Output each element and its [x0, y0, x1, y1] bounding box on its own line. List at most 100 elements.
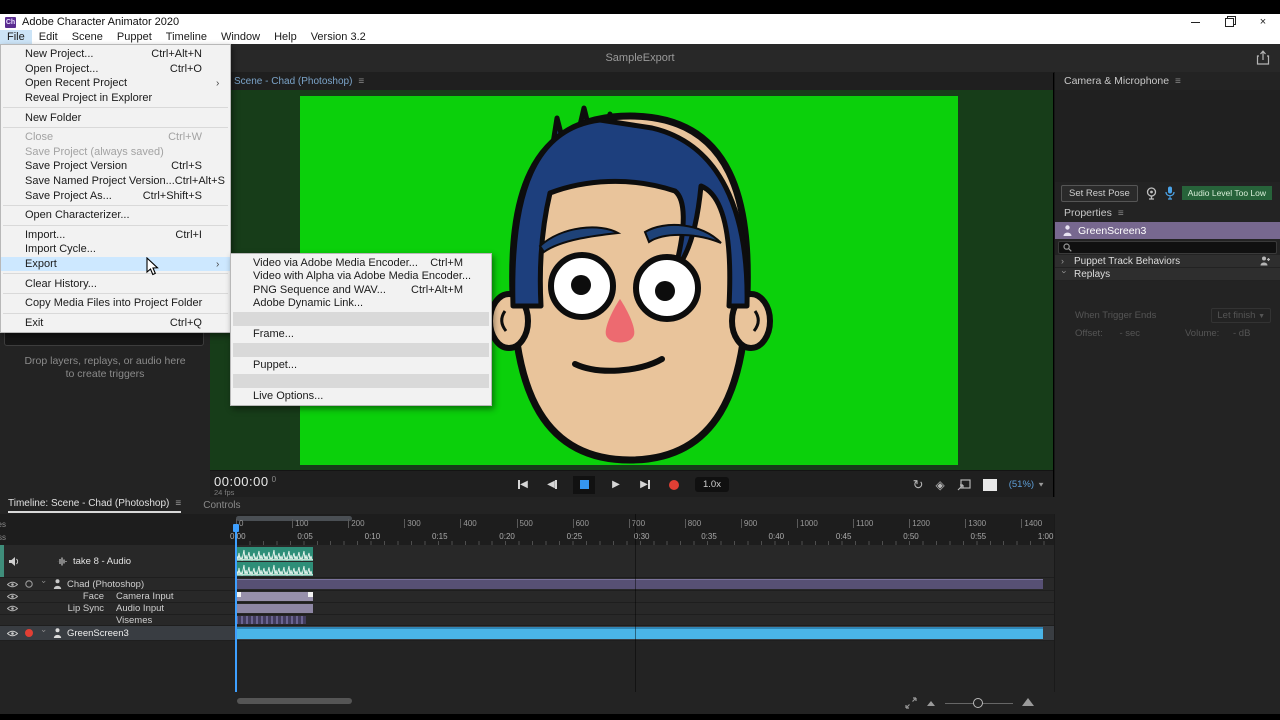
onion-skin-icon[interactable]: ◈ [936, 478, 945, 492]
fit-timeline-icon[interactable] [905, 697, 917, 709]
menu-item[interactable]: Import... Ctrl+I [1, 228, 230, 243]
playback-speed[interactable]: 1.0x [695, 477, 729, 492]
zoom-out-icon[interactable] [927, 701, 935, 706]
speaker-icon[interactable] [8, 556, 20, 567]
timeline-zoom-handle[interactable] [973, 698, 983, 708]
previous-frame-button[interactable]: ◀ [544, 477, 560, 493]
stop-button[interactable] [573, 476, 595, 494]
chevron-down-icon[interactable]: › [40, 580, 49, 588]
menu-item[interactable] [3, 273, 228, 274]
menubar-item[interactable]: Timeline [159, 30, 214, 44]
track-visemes[interactable]: Visemes [0, 615, 1054, 626]
zoom-in-icon[interactable] [1022, 698, 1034, 706]
tab-timeline[interactable]: Timeline: Scene - Chad (Photoshop)≡ [8, 498, 181, 513]
menu-item[interactable]: Puppet... [231, 359, 491, 373]
menu-item[interactable]: Save Project As... Ctrl+Shift+S [1, 188, 230, 203]
menubar-item[interactable]: Version 3.2 [304, 30, 373, 44]
greenscreen-track-bar[interactable] [236, 627, 1043, 639]
menu-item[interactable]: Clear History... [1, 276, 230, 291]
menu-item[interactable]: Close Ctrl+W [1, 130, 230, 145]
menu-item[interactable]: Save Project (always saved) [1, 145, 230, 160]
close-button[interactable]: × [1246, 14, 1280, 30]
eye-icon[interactable] [7, 593, 18, 600]
track-lipsync[interactable]: Lip Sync Audio Input [0, 603, 1054, 615]
next-frame-button[interactable]: ▶ [637, 477, 653, 493]
record-toggle-icon[interactable] [25, 580, 33, 588]
menubar-item[interactable]: Scene [65, 30, 110, 44]
timecode[interactable]: 00:00:000 [214, 474, 277, 489]
record-button[interactable] [666, 477, 682, 493]
stage-color-swatch[interactable] [983, 479, 997, 491]
snapshot-icon[interactable] [957, 479, 971, 491]
playhead-line[interactable] [235, 532, 237, 692]
tab-scene[interactable]: Scene - Chad (Photoshop) [234, 76, 352, 87]
audio-clip-take8[interactable] [236, 547, 313, 561]
menu-item[interactable]: Import Cycle... [1, 242, 230, 257]
go-to-start-button[interactable]: ◀ [515, 477, 531, 493]
menu-item[interactable]: Open Project... Ctrl+O [1, 62, 230, 77]
timeline-panel-menu-icon[interactable]: ≡ [175, 498, 181, 509]
minimize-button[interactable] [1178, 14, 1212, 30]
menu-item[interactable]: Video via Adobe Media Encoder... Ctrl+M [231, 256, 491, 270]
menu-item[interactable]: Video with Alpha via Adobe Media Encoder… [231, 270, 491, 284]
menu-item[interactable]: New Project... Ctrl+Alt+N [1, 47, 230, 62]
menu-item[interactable] [3, 205, 228, 206]
menu-item[interactable]: Save Named Project Version... Ctrl+Alt+S [1, 174, 230, 189]
scene-panel-menu-icon[interactable]: ≡ [358, 76, 364, 87]
menu-item[interactable]: Live Options... [231, 390, 491, 404]
track-face[interactable]: Face Camera Input [0, 591, 1054, 603]
menu-item[interactable]: Export › [1, 257, 230, 272]
track-audio[interactable]: take 8 - Audio [0, 545, 1054, 578]
menubar-item[interactable]: File [0, 30, 32, 44]
playhead-marker[interactable] [233, 524, 239, 532]
menubar-item[interactable]: Window [214, 30, 267, 44]
menubar-item[interactable]: Help [267, 30, 304, 44]
eye-icon[interactable] [7, 581, 18, 588]
menu-item[interactable] [3, 127, 228, 128]
set-rest-pose-button[interactable]: Set Rest Pose [1061, 185, 1138, 202]
menu-item[interactable]: Open Recent Project › [1, 76, 230, 91]
menu-item[interactable] [3, 107, 228, 108]
menu-item[interactable]: Frame... [231, 328, 491, 342]
menu-item[interactable] [233, 312, 489, 326]
menu-item[interactable]: PNG Sequence and WAV... Ctrl+Alt+M [231, 283, 491, 297]
track-chad[interactable]: › Chad (Photoshop) [0, 578, 1054, 591]
row-puppet-track-behaviors[interactable]: › Puppet Track Behaviors [1055, 255, 1280, 268]
add-behavior-icon[interactable] [1260, 256, 1271, 266]
chevron-down-icon[interactable]: › [40, 629, 49, 637]
camera-panel-menu-icon[interactable]: ≡ [1175, 76, 1181, 87]
menu-item[interactable]: Save Project Version Ctrl+S [1, 159, 230, 174]
share-icon[interactable] [1256, 50, 1270, 65]
menu-item[interactable]: Exit Ctrl+Q [1, 316, 230, 331]
menu-item[interactable]: Reveal Project in Explorer [1, 91, 230, 106]
eye-icon[interactable] [7, 630, 18, 637]
menu-item[interactable] [3, 313, 228, 314]
menu-item[interactable] [3, 293, 228, 294]
menu-item[interactable] [3, 225, 228, 226]
horizontal-scrollbar[interactable] [237, 698, 352, 704]
eye-icon[interactable] [7, 605, 18, 612]
properties-selected-puppet[interactable]: GreenScreen3 [1055, 222, 1280, 239]
menu-item[interactable]: Open Characterizer... [1, 208, 230, 223]
webcam-icon[interactable] [1145, 187, 1158, 200]
menu-item[interactable] [233, 343, 489, 357]
microphone-icon[interactable] [1165, 186, 1175, 200]
menu-item[interactable] [233, 374, 489, 388]
menubar-item[interactable]: Puppet [110, 30, 159, 44]
play-button[interactable]: ▶ [608, 477, 624, 493]
tab-controls[interactable]: Controls [203, 500, 240, 511]
menu-item[interactable]: Copy Media Files into Project Folder [1, 296, 230, 311]
menu-item[interactable]: New Folder [1, 110, 230, 125]
audio-clip-take8-right[interactable] [236, 562, 313, 576]
menubar-item[interactable]: Edit [32, 30, 65, 44]
refresh-stage-icon[interactable]: ↻ [913, 477, 924, 493]
lipsync-audio-input-bar[interactable] [236, 604, 313, 613]
visemes-bar[interactable] [236, 616, 306, 624]
record-armed-icon[interactable] [25, 629, 33, 637]
stage-zoom-select[interactable]: (51%)▼ [1009, 479, 1045, 490]
row-replays[interactable]: › Replays [1055, 268, 1280, 281]
timeline-ruler[interactable]: frames m:ss 0100200300400500600700800900… [0, 514, 1054, 546]
chad-track-bar[interactable] [236, 579, 1043, 589]
restore-button[interactable] [1212, 14, 1246, 30]
track-greenscreen[interactable]: › GreenScreen3 [0, 626, 1054, 641]
